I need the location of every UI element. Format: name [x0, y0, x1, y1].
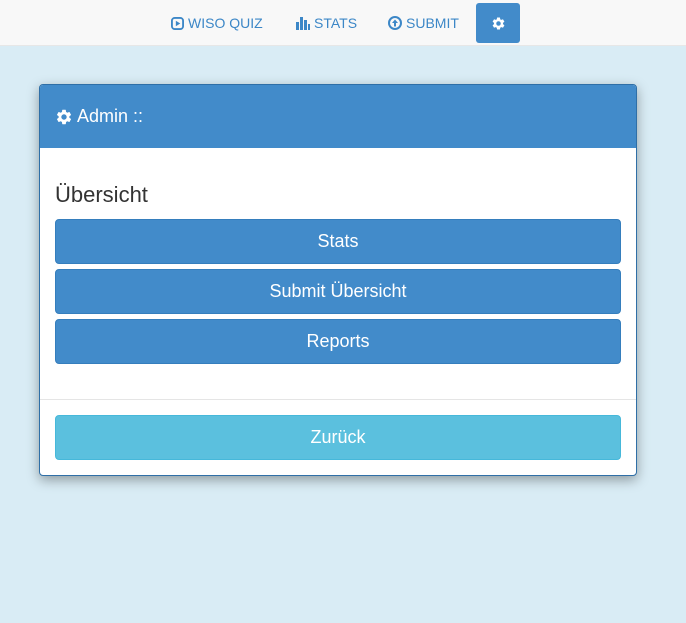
back-button[interactable]: Zurück: [55, 415, 621, 460]
gear-icon: [491, 16, 506, 31]
stats-button[interactable]: Stats: [55, 219, 621, 264]
gear-icon: [55, 108, 73, 126]
bar-chart-icon: [296, 16, 310, 30]
panel-divider: [40, 399, 636, 400]
nav-stats-label: STATS: [314, 15, 358, 31]
reports-button[interactable]: Reports: [55, 319, 621, 364]
admin-panel: Admin :: Übersicht Stats Submit Übersich…: [39, 84, 637, 476]
nav-stats[interactable]: STATS: [296, 0, 357, 46]
admin-panel-header: Admin ::: [40, 85, 636, 148]
submit-overview-button[interactable]: Submit Übersicht: [55, 269, 621, 314]
nav-submit[interactable]: SUBMIT: [388, 0, 459, 46]
admin-panel-title: Admin ::: [77, 106, 144, 126]
play-circle-icon: [171, 16, 184, 30]
upload-circle-icon: [388, 16, 402, 30]
nav-settings-button[interactable]: [476, 3, 520, 43]
top-navbar: WISO QUIZ STATS SUBMIT: [0, 0, 686, 46]
section-title: Übersicht: [55, 182, 148, 207]
nav-submit-label: SUBMIT: [406, 15, 459, 31]
nav-wiso-quiz-label: WISO QUIZ: [188, 15, 263, 31]
nav-wiso-quiz[interactable]: WISO QUIZ: [171, 0, 263, 46]
